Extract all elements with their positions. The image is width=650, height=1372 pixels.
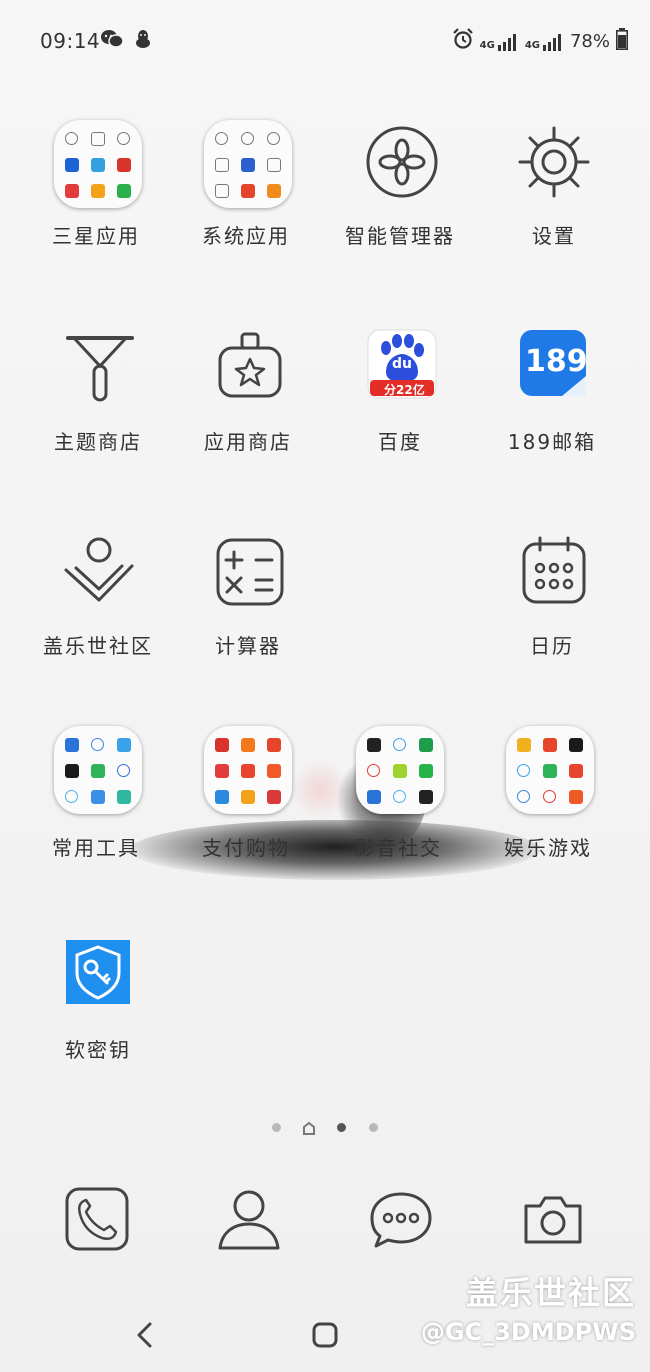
baidu-sub-text: 分22亿 [384,383,425,397]
gear-icon [514,122,594,202]
app-system-folder[interactable]: 系统应用 [172,116,322,286]
baidu-icon: du 分22亿 [366,328,438,400]
battery-percent: 78% [569,31,610,52]
app-entertainment-folder[interactable]: 娱乐游戏 [474,722,624,892]
dock-messages[interactable] [366,1186,436,1256]
app-label: 日历 [530,634,574,658]
alarm-icon [452,28,474,55]
app-label: 百度 [378,430,422,454]
home-icon[interactable] [312,1322,338,1352]
folder-preview [506,726,594,814]
folder-preview [204,120,292,208]
calendar-icon [514,532,594,612]
qq-icon [134,28,152,54]
page-dot[interactable] [369,1123,378,1132]
app-smart-manager[interactable]: 智能管理器 [322,122,472,292]
app-label: 系统应用 [202,224,290,248]
home-page-icon[interactable] [302,1120,316,1139]
baidu-badge-text: du [392,356,412,372]
app-label: 娱乐游戏 [504,836,592,860]
app-label: 影音社交 [354,836,442,860]
folder-icon [200,722,296,818]
page-dot[interactable] [272,1123,281,1132]
status-left-icons [100,28,152,54]
page-indicator[interactable] [0,1118,650,1138]
galaxy-community-icon [60,532,140,612]
messages-icon [368,1186,434,1256]
status-bar: 09:14 4G 4G 78% [0,0,650,80]
app-label: 智能管理器 [345,224,455,248]
folder-icon [200,116,296,212]
back-icon[interactable] [132,1320,156,1354]
page-dot-active[interactable] [337,1123,346,1132]
app-label: 计算器 [215,634,281,658]
dock-camera[interactable] [518,1186,588,1256]
smart-manager-icon [362,122,442,202]
theme-store-icon [60,328,140,408]
signal-4g-icon: 4G [525,33,564,51]
dock-phone[interactable] [62,1186,132,1256]
wechat-icon [100,28,124,54]
folder-icon [50,116,146,212]
app-label: 软密钥 [65,1038,131,1062]
net-label: 4G [524,39,540,51]
signal-4g-icon: 4G [480,33,519,51]
app-label: 189邮箱 [507,430,597,454]
mail-189-icon: 189 [518,328,590,400]
app-label: 盖乐世社区 [43,634,153,658]
app-calculator[interactable]: 计算器 [170,532,320,702]
folder-preview [54,726,142,814]
app-settings[interactable]: 设置 [476,122,626,292]
app-theme-store[interactable]: 主题商店 [20,328,170,498]
app-tools-folder[interactable]: 常用工具 [22,722,172,892]
app-pay-shopping-folder[interactable]: 支付购物 [172,722,322,892]
calculator-icon [210,532,290,612]
app-soft-key[interactable]: 软密钥 [20,938,170,1108]
folder-icon [502,722,598,818]
status-right: 4G 4G 78% [452,28,628,55]
folder-icon [50,722,146,818]
dock-contacts[interactable] [214,1186,284,1256]
contacts-icon [216,1186,282,1256]
navigation-bar [0,1300,650,1372]
app-store-icon [210,328,290,408]
soft-key-icon [64,938,132,1006]
app-calendar[interactable]: 日历 [474,532,624,702]
app-galaxy-community[interactable]: 盖乐世社区 [20,532,170,702]
app-189-mail[interactable]: 189 189邮箱 [474,328,624,498]
status-time: 09:14 [40,29,101,53]
net-label: 4G [479,39,495,51]
phone-icon [64,1186,130,1256]
folder-preview [204,726,292,814]
app-label: 三星应用 [52,224,140,248]
battery-icon [616,28,628,55]
folder-preview [54,120,142,208]
folder-preview [356,726,444,814]
app-label: 设置 [532,224,576,248]
app-samsung-folder[interactable]: 三星应用 [22,116,172,286]
app-label: 支付购物 [202,836,290,860]
app-label: 常用工具 [52,836,140,860]
app-app-store[interactable]: 应用商店 [170,328,320,498]
folder-icon [352,722,448,818]
camera-icon [520,1186,586,1256]
app-label: 主题商店 [54,430,142,454]
app-media-social-folder[interactable]: 影音社交 [324,722,474,892]
mail-189-text: 189 [525,344,588,379]
app-baidu[interactable]: du 分22亿 百度 [322,328,472,498]
app-label: 应用商店 [204,430,292,454]
